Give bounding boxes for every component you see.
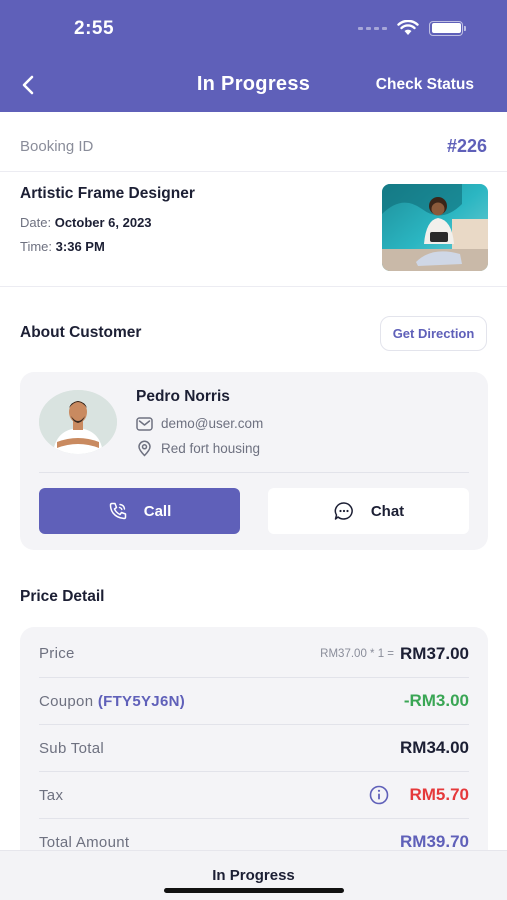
check-status-button[interactable]: Check Status (376, 76, 474, 94)
customer-name: Pedro Norris (136, 388, 230, 405)
customer-address-row[interactable]: Red fort housing (136, 440, 260, 457)
total-label: Total Amount (39, 833, 130, 851)
tax-row: Tax RM5.70 (39, 771, 469, 818)
get-direction-button[interactable]: Get Direction (380, 316, 487, 351)
coupon-row: Coupon (FTY5YJ6N) -RM3.00 (39, 677, 469, 724)
tax-label: Tax (39, 786, 64, 804)
price-label: Price (39, 645, 75, 662)
price-value: RM37.00 (400, 643, 469, 663)
call-button[interactable]: Call (39, 488, 240, 534)
battery-icon (429, 20, 466, 36)
status-time: 2:55 (74, 18, 115, 39)
cellular-signal-icon (358, 26, 387, 30)
customer-email: demo@user.com (161, 416, 264, 431)
info-icon[interactable] (369, 785, 389, 805)
status-icons (358, 20, 466, 36)
chat-button[interactable]: Chat (268, 488, 469, 534)
service-name: Artistic Frame Designer (20, 185, 195, 202)
customer-address: Red fort housing (161, 441, 261, 456)
coupon-code: (FTY5YJ6N) (97, 692, 186, 710)
wifi-icon (397, 20, 419, 35)
booking-date: Date: October 6, 2023 (20, 215, 152, 230)
divider (0, 286, 507, 287)
coupon-label-group: Coupon (FTY5YJ6N) (39, 693, 185, 710)
coupon-label: Coupon (39, 692, 94, 710)
chat-bubble-icon (334, 502, 353, 520)
location-pin-icon (138, 440, 151, 457)
mail-icon (136, 416, 153, 431)
customer-avatar (39, 390, 117, 454)
phone-icon (109, 502, 126, 520)
home-indicator (164, 888, 344, 893)
subtotal-value: RM34.00 (400, 738, 469, 757)
booking-id-label: Booking ID (20, 138, 94, 155)
date-value: October 6, 2023 (54, 215, 152, 230)
chat-label: Chat (370, 502, 405, 520)
booking-id-value: #226 (446, 136, 487, 156)
bottom-status-label[interactable]: In Progress (0, 867, 507, 884)
time-value: 3:36 PM (55, 239, 105, 254)
booking-id-row: Booking ID #226 (20, 136, 487, 157)
coupon-value: -RM3.00 (403, 691, 469, 710)
app-header: 2:55 In Progress Check Status (0, 0, 507, 112)
tax-value: RM5.70 (409, 785, 469, 804)
price-calculation: RM37.00 * 1 = (320, 647, 395, 660)
customer-card: Pedro Norris demo@user.com Red fort hous… (20, 372, 488, 550)
total-value: RM39.70 (400, 832, 469, 851)
call-label: Call (143, 502, 172, 520)
divider (39, 472, 469, 473)
time-label: Time: (20, 239, 53, 254)
bottom-status-bar: In Progress (0, 850, 507, 900)
price-row: Price RM37.00 * 1 = RM37.00 (39, 630, 469, 677)
customer-email-row[interactable]: demo@user.com (136, 416, 263, 431)
price-detail-title: Price Detail (20, 588, 105, 605)
price-detail-card: Price RM37.00 * 1 = RM37.00 Coupon (FTY5… (20, 627, 488, 867)
date-label: Date: (20, 215, 52, 230)
service-image[interactable] (382, 184, 488, 271)
divider (0, 171, 507, 172)
about-customer-title: About Customer (20, 324, 142, 341)
subtotal-label: Sub Total (39, 739, 104, 757)
booking-time: Time: 3:36 PM (20, 239, 105, 254)
service-photo (382, 184, 488, 271)
subtotal-row: Sub Total RM34.00 (39, 724, 469, 771)
